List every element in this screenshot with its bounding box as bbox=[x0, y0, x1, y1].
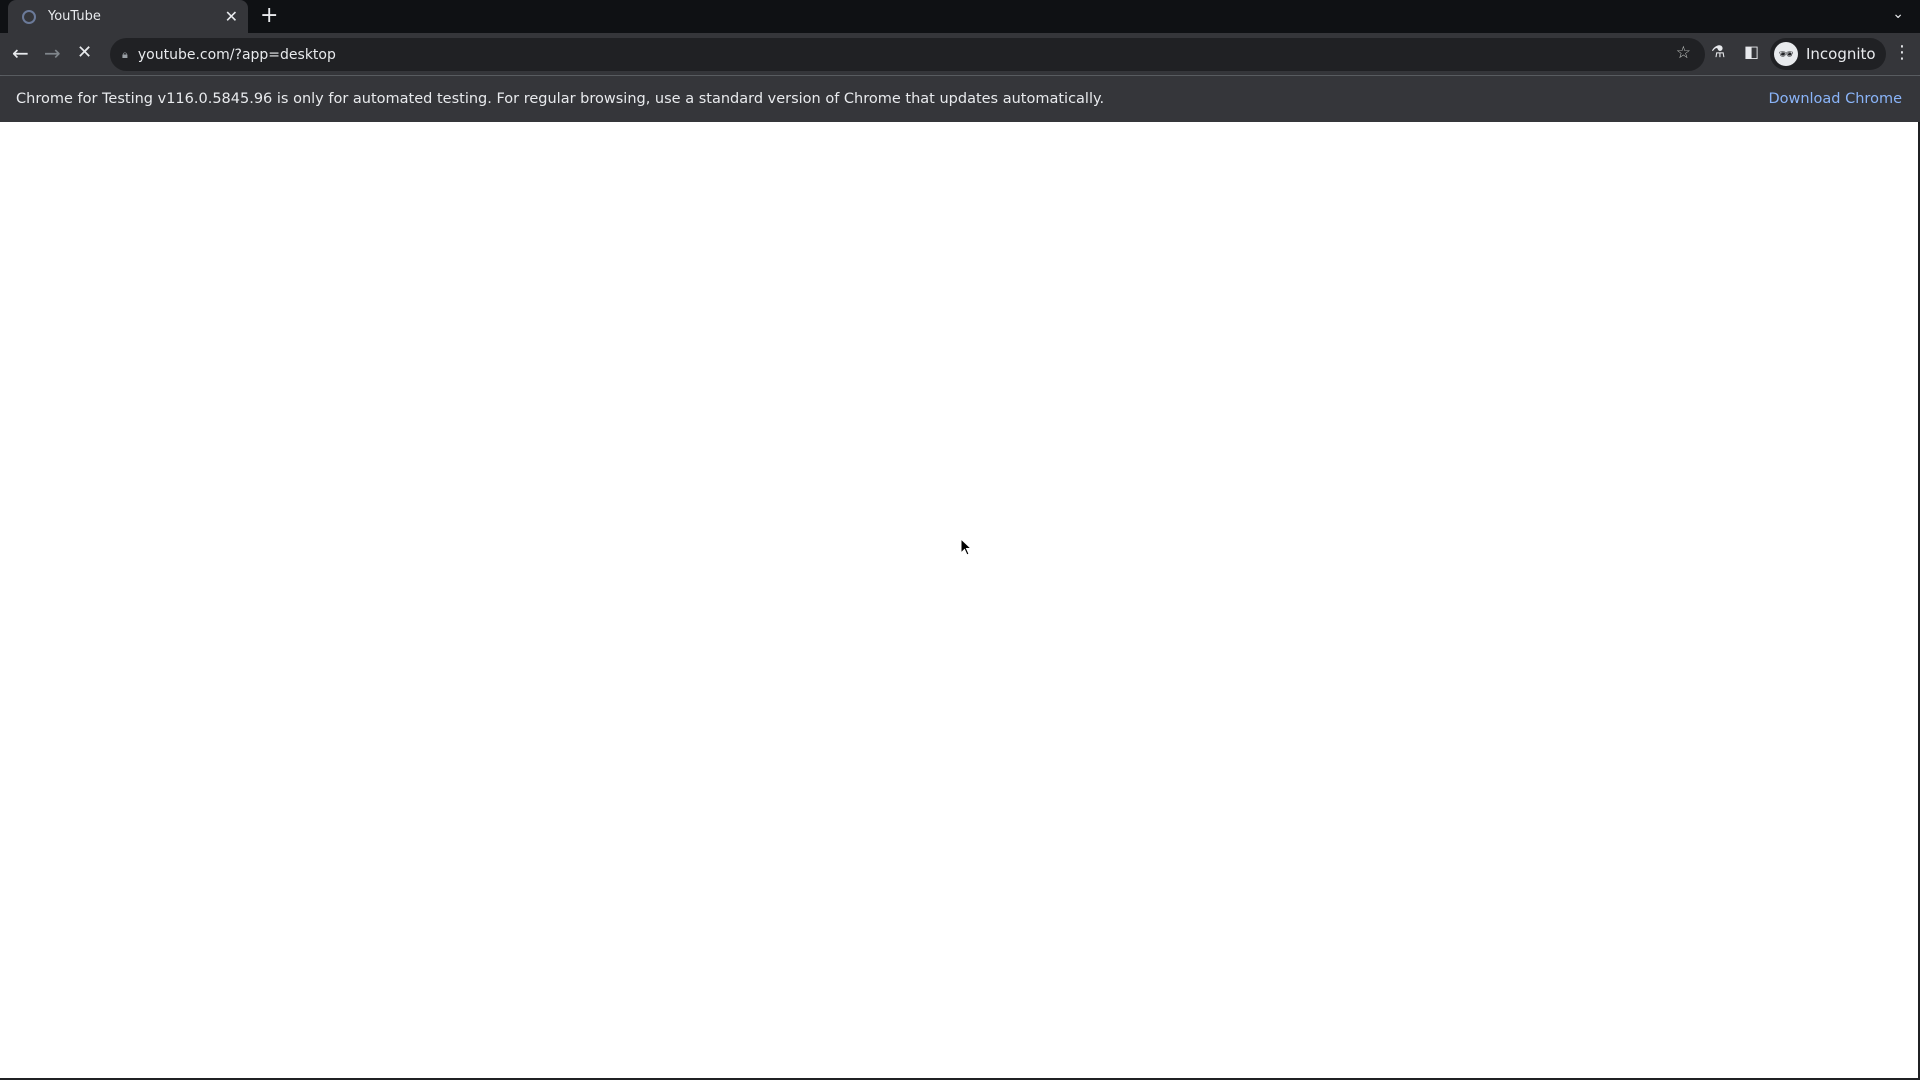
loading-spinner-icon bbox=[22, 9, 36, 24]
tab-title: YouTube bbox=[48, 9, 101, 24]
back-button[interactable]: ← bbox=[12, 41, 29, 65]
stop-loading-button[interactable]: ✕ bbox=[77, 41, 92, 65]
incognito-profile-button[interactable]: 🕶︎ Incognito bbox=[1770, 38, 1886, 70]
tab-search-chevron-icon[interactable]: ⌄ bbox=[1892, 6, 1904, 22]
download-chrome-link[interactable]: Download Chrome bbox=[1768, 91, 1902, 107]
mouse-cursor-icon bbox=[960, 538, 973, 556]
forward-button[interactable]: → bbox=[44, 41, 61, 65]
toolbar: ← → ✕ 🔒︎ youtube.com/?app=desktop ☆ ⚗ ◧ … bbox=[0, 33, 1920, 76]
lock-icon[interactable]: 🔒︎ bbox=[122, 48, 128, 62]
tab-youtube[interactable]: YouTube ✕ bbox=[8, 0, 248, 33]
browser-window: YouTube ✕ + ⌄ ← → ✕ 🔒︎ youtube.com/?app=… bbox=[0, 0, 1920, 1080]
side-panel-icon[interactable]: ◧ bbox=[1744, 42, 1759, 61]
tab-strip: YouTube ✕ + ⌄ bbox=[0, 0, 1920, 33]
address-bar[interactable]: 🔒︎ youtube.com/?app=desktop ☆ bbox=[110, 38, 1705, 71]
labs-flask-icon[interactable]: ⚗ bbox=[1711, 42, 1725, 61]
profile-label: Incognito bbox=[1806, 45, 1876, 63]
close-tab-icon[interactable]: ✕ bbox=[225, 7, 238, 26]
incognito-icon: 🕶︎ bbox=[1774, 42, 1798, 66]
testing-infobar: Chrome for Testing v116.0.5845.96 is onl… bbox=[0, 76, 1920, 122]
menu-kebab-icon[interactable]: ⋮ bbox=[1893, 42, 1911, 63]
new-tab-button[interactable]: + bbox=[260, 3, 278, 28]
page-content bbox=[0, 122, 1918, 1078]
bookmark-star-icon[interactable]: ☆ bbox=[1676, 43, 1691, 63]
url-text[interactable]: youtube.com/?app=desktop bbox=[138, 47, 336, 63]
infobar-message: Chrome for Testing v116.0.5845.96 is onl… bbox=[16, 91, 1105, 107]
